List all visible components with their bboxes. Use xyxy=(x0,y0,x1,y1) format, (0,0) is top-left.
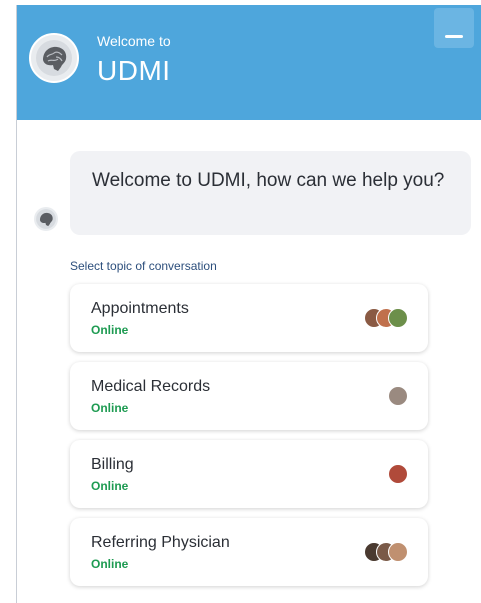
topic-status: Online xyxy=(91,323,129,337)
topic-card-billing[interactable]: Billing Online xyxy=(70,440,428,508)
topic-status: Online xyxy=(91,557,129,571)
brain-logo-icon xyxy=(36,209,56,229)
chat-widget: Welcome to UDMI Welcome to UDMI, how can… xyxy=(16,5,481,603)
agent-avatar xyxy=(388,386,408,406)
agent-avatar xyxy=(388,542,408,562)
chat-header: Welcome to UDMI xyxy=(17,5,481,120)
topic-name: Billing xyxy=(91,456,134,473)
topic-name: Appointments xyxy=(91,300,189,317)
topic-card-appointments[interactable]: Appointments Online xyxy=(70,284,428,352)
agent-avatar xyxy=(388,308,408,328)
agent-avatars xyxy=(364,542,408,562)
header-title: UDMI xyxy=(97,55,171,86)
agent-avatars xyxy=(388,386,408,406)
minimize-button[interactable] xyxy=(434,8,474,48)
brain-logo-icon xyxy=(29,33,79,83)
topic-card-medical-records[interactable]: Medical Records Online xyxy=(70,362,428,430)
topic-name: Medical Records xyxy=(91,378,211,395)
bot-avatar xyxy=(34,207,58,231)
agent-avatars xyxy=(364,308,408,328)
welcome-message-bubble: Welcome to UDMI, how can we help you? xyxy=(70,151,471,235)
topic-card-referring-physician[interactable]: Referring Physician Online xyxy=(70,518,428,586)
header-subtitle: Welcome to xyxy=(97,33,171,49)
topic-name: Referring Physician xyxy=(91,534,230,551)
topic-prompt: Select topic of conversation xyxy=(70,259,217,273)
topic-status: Online xyxy=(91,401,129,415)
minimize-icon xyxy=(445,35,463,38)
agent-avatar xyxy=(388,464,408,484)
agent-avatars xyxy=(388,464,408,484)
topic-status: Online xyxy=(91,479,129,493)
